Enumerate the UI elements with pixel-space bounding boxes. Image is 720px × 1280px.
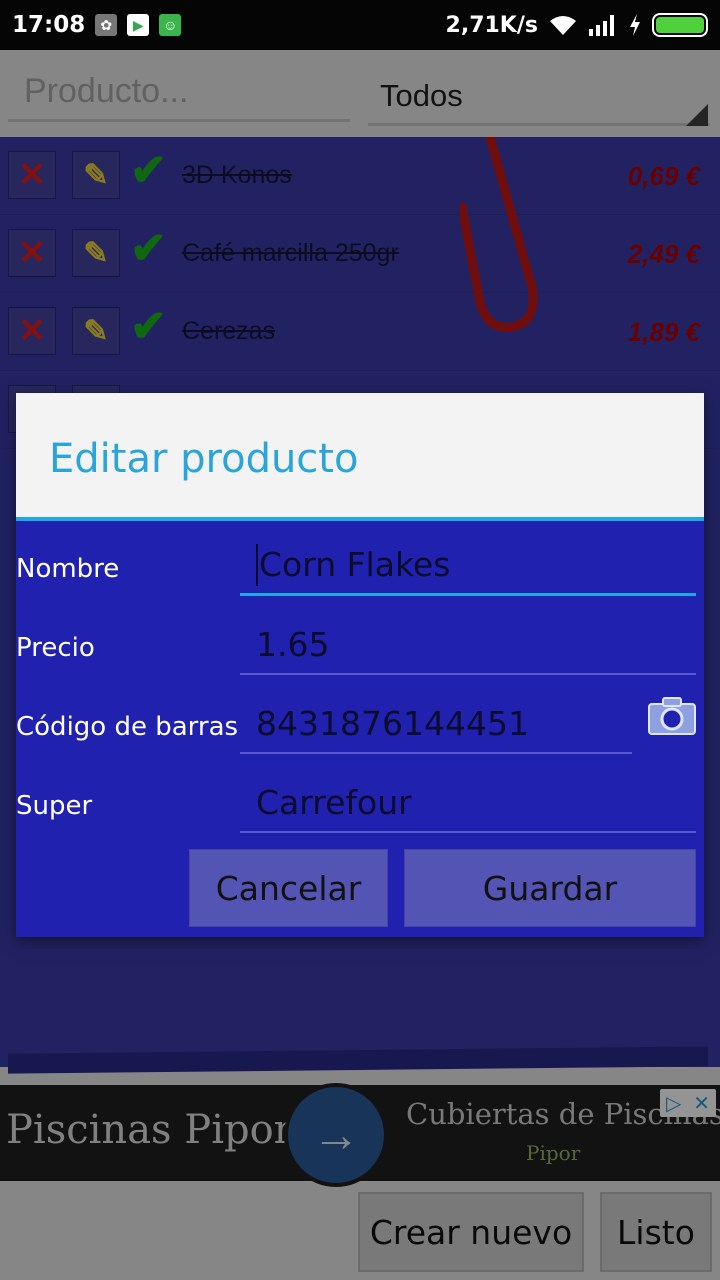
store-label: Super	[16, 791, 93, 821]
status-time: 17:08	[12, 12, 86, 38]
price-field[interactable]: 1.65	[240, 615, 696, 675]
store-value: Carrefour	[256, 782, 412, 822]
name-field[interactable]: Corn Flakes	[240, 536, 696, 596]
charging-icon	[630, 14, 640, 36]
dialog-title: Editar producto	[49, 436, 359, 482]
app-notification-icon: ✿	[95, 14, 118, 36]
camera-icon[interactable]	[648, 697, 696, 735]
barcode-field[interactable]: 8431876144451	[240, 694, 632, 754]
name-label: Nombre	[16, 554, 120, 584]
cancel-button[interactable]: Cancelar	[189, 849, 388, 927]
battery-fill	[656, 17, 704, 33]
price-value: 1.65	[256, 624, 330, 664]
play-store-icon: ▶	[127, 14, 150, 36]
wifi-icon	[550, 16, 576, 35]
android-icon: ☺	[159, 14, 182, 36]
battery-icon	[652, 13, 708, 37]
barcode-value: 8431876144451	[256, 703, 529, 743]
status-bar: 17:08 ✿ ▶ ☺ 2,71K/s	[0, 0, 720, 50]
barcode-label: Código de barras	[16, 712, 239, 742]
text-cursor	[256, 543, 258, 586]
edit-product-dialog: Editar producto Nombre Corn Flakes Preci…	[16, 393, 704, 937]
save-button[interactable]: Guardar	[404, 849, 696, 927]
network-speed: 2,71K/s	[445, 12, 538, 38]
price-label: Precio	[16, 633, 95, 663]
name-value: Corn Flakes	[259, 545, 451, 584]
dialog-header: Editar producto	[16, 393, 704, 521]
store-field[interactable]: Carrefour	[240, 773, 696, 833]
signal-icon	[589, 15, 614, 36]
